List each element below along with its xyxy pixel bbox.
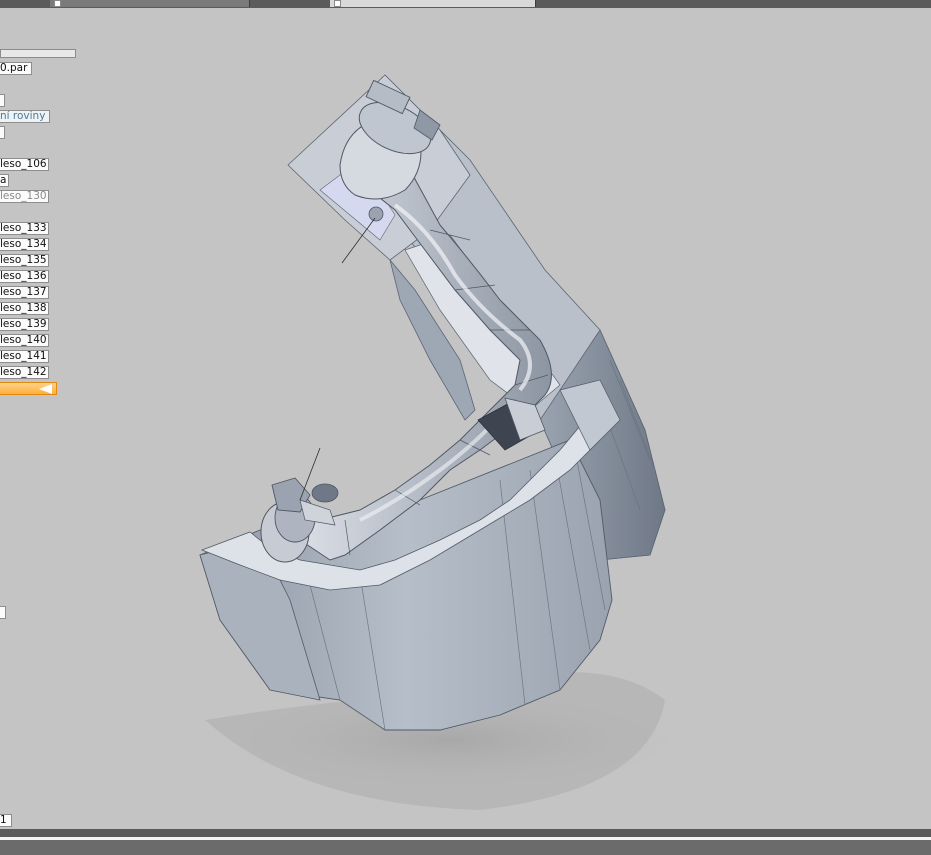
tree-rollback-bar[interactable] [0,382,57,395]
tree-item-label: leso_130 [0,190,47,202]
tree-item-label: leso_137 [0,286,47,298]
tree-horizontal-scrollbar[interactable] [0,49,76,58]
tree-item-label: leso_140 [0,334,47,346]
tree-file-name[interactable]: 0.par [0,62,33,75]
tree-item[interactable]: leso_130 [0,190,49,203]
tree-item[interactable]: a [0,174,9,187]
tree-item-reference-planes[interactable]: ní roviny [0,110,51,123]
tree-item-label: a [0,174,7,186]
page-counter-label: 1 [0,814,7,826]
tree-item-label: ní roviny [0,110,46,122]
document-icon [54,0,61,7]
tree-item-label: leso_141 [0,350,47,362]
tree-item[interactable]: leso_137 [0,286,49,299]
document-tab-bar [0,0,931,8]
tree-node-stub[interactable] [0,606,6,619]
3d-model-view[interactable] [0,8,931,829]
tree-item[interactable]: leso_133 [0,222,49,235]
rollback-arrow-icon [39,384,52,394]
tree-item-label: leso_106 [0,158,47,170]
document-tab-active[interactable] [330,0,536,7]
tree-item[interactable]: leso_138 [0,302,49,315]
tree-item-label: leso_136 [0,270,47,282]
page-counter[interactable]: 1 [0,814,12,827]
tree-node-stub[interactable] [0,126,5,139]
tree-item-label: leso_135 [0,254,47,266]
document-tab[interactable] [50,0,250,7]
3d-viewport[interactable]: 0.par ní roviny leso_106a leso_130 leso_13… [0,8,931,829]
tree-item-label: leso_138 [0,302,47,314]
status-bar [0,829,931,855]
document-icon [334,0,341,7]
tree-item[interactable]: leso_140 [0,334,49,347]
tree-item[interactable]: leso_141 [0,350,49,363]
tree-item-label: leso_133 [0,222,47,234]
tree-item[interactable]: leso_142 [0,366,49,379]
tree-item-label: leso_139 [0,318,47,330]
tree-item[interactable]: leso_134 [0,238,49,251]
tree-file-label: 0.par [0,62,28,74]
tree-item[interactable]: leso_139 [0,318,49,331]
tree-node-stub[interactable] [0,94,5,107]
tree-item[interactable]: leso_136 [0,270,49,283]
tree-item[interactable]: leso_135 [0,254,49,267]
tree-item-label: leso_134 [0,238,47,250]
tree-item[interactable]: leso_106 [0,158,49,171]
tree-item-label: leso_142 [0,366,47,378]
